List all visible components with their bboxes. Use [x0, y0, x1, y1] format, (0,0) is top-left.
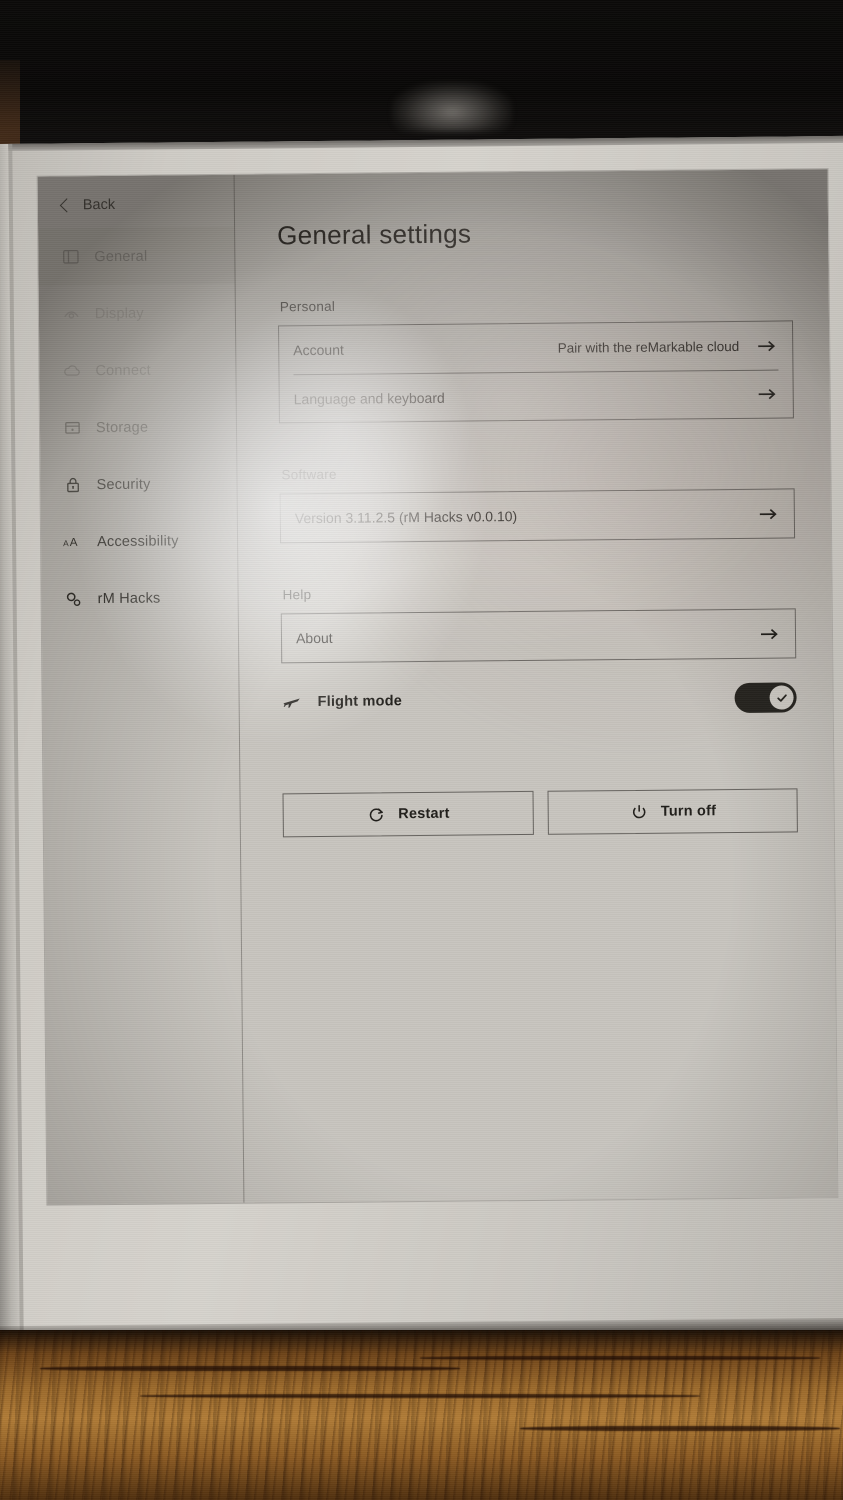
desk-knot-line — [40, 1366, 460, 1371]
row-label: About — [295, 629, 333, 647]
back-button[interactable]: Back — [38, 181, 234, 229]
row-value: Pair with the reMarkable cloud — [557, 338, 740, 356]
sidebar-item-security[interactable]: Security — [40, 455, 237, 514]
svg-text:A: A — [63, 538, 69, 548]
background-faint-text — [380, 0, 550, 14]
row-account[interactable]: Account Pair with the reMarkable cloud — [279, 321, 792, 374]
desk-knot-line — [520, 1426, 840, 1431]
arrow-right-icon — [757, 339, 776, 353]
text-size-icon: AA — [63, 532, 83, 552]
restart-button-label: Restart — [398, 805, 450, 823]
software-card: Version 3.11.2.5 (rM Hacks v0.0.10) — [279, 488, 796, 544]
section-label-help: Help — [282, 587, 312, 603]
arrow-right-icon — [758, 387, 777, 401]
sidebar-item-rm-hacks[interactable]: rM Hacks — [41, 569, 238, 628]
tablet-device: Back General Display Connect Storage Sec… — [0, 135, 843, 1345]
sidebar-item-label: Accessibility — [97, 532, 179, 550]
tablet-screen: Back General Display Connect Storage Sec… — [36, 168, 839, 1206]
chevron-left-icon — [59, 198, 74, 213]
settings-sidebar: Back General Display Connect Storage Sec… — [37, 174, 245, 1205]
sidebar-item-label: Display — [94, 305, 144, 322]
airplane-icon — [282, 692, 302, 712]
display-icon — [61, 304, 81, 324]
storage-icon — [62, 418, 82, 438]
personal-card: Account Pair with the reMarkable cloud L… — [278, 320, 794, 424]
restart-button[interactable]: Restart — [282, 790, 534, 838]
sidebar-item-label: Storage — [95, 419, 149, 436]
arrow-right-icon — [760, 627, 779, 641]
help-card: About — [280, 608, 797, 664]
sidebar-item-storage[interactable]: Storage — [40, 398, 237, 457]
section-label-software: Software — [281, 466, 337, 483]
row-language-keyboard[interactable]: Language and keyboard — [293, 369, 779, 423]
page-title: General settings — [277, 218, 472, 251]
photo-scene: Back General Display Connect Storage Sec… — [0, 0, 843, 1500]
lock-icon — [62, 475, 82, 495]
sidebar-item-accessibility[interactable]: AA Accessibility — [41, 512, 238, 571]
flight-mode-label: Flight mode — [317, 693, 403, 710]
flight-mode-row[interactable]: Flight mode — [281, 676, 797, 723]
background-wall-left-warm — [0, 60, 20, 155]
gears-icon — [64, 589, 84, 609]
row-label: Account — [293, 341, 344, 359]
row-version[interactable]: Version 3.11.2.5 (rM Hacks v0.0.10) — [281, 489, 794, 542]
restart-icon — [366, 804, 386, 824]
cloud-icon — [61, 361, 81, 381]
back-button-label: Back — [82, 196, 116, 214]
background-reflection — [392, 82, 512, 132]
wooden-desk — [0, 1330, 843, 1500]
check-icon — [769, 685, 794, 710]
arrow-right-icon — [759, 507, 778, 521]
power-icon — [629, 802, 649, 822]
sidebar-item-display[interactable]: Display — [39, 284, 236, 343]
desk-knot-line — [140, 1394, 700, 1398]
desk-knot-line — [420, 1356, 820, 1360]
turn-off-button[interactable]: Turn off — [546, 788, 798, 835]
sidebar-item-label: Security — [96, 476, 151, 493]
sidebar-item-connect[interactable]: Connect — [39, 341, 236, 400]
sliders-icon — [60, 247, 80, 267]
settings-content: General settings Personal Account Pair w… — [235, 169, 838, 1203]
row-about[interactable]: About — [282, 609, 795, 662]
section-label-personal: Personal — [279, 298, 336, 315]
flight-mode-toggle[interactable] — [734, 682, 797, 713]
sidebar-item-label: Connect — [95, 362, 151, 379]
svg-text:A: A — [70, 536, 78, 549]
power-button-row: Restart Turn off — [282, 788, 798, 838]
row-label: Version 3.11.2.5 (rM Hacks v0.0.10) — [294, 508, 518, 527]
row-label: Language and keyboard — [293, 389, 445, 407]
sidebar-item-label: General — [94, 248, 148, 265]
sidebar-item-label: rM Hacks — [97, 589, 161, 607]
sidebar-item-general[interactable]: General — [38, 226, 235, 286]
turn-off-button-label: Turn off — [660, 803, 717, 820]
